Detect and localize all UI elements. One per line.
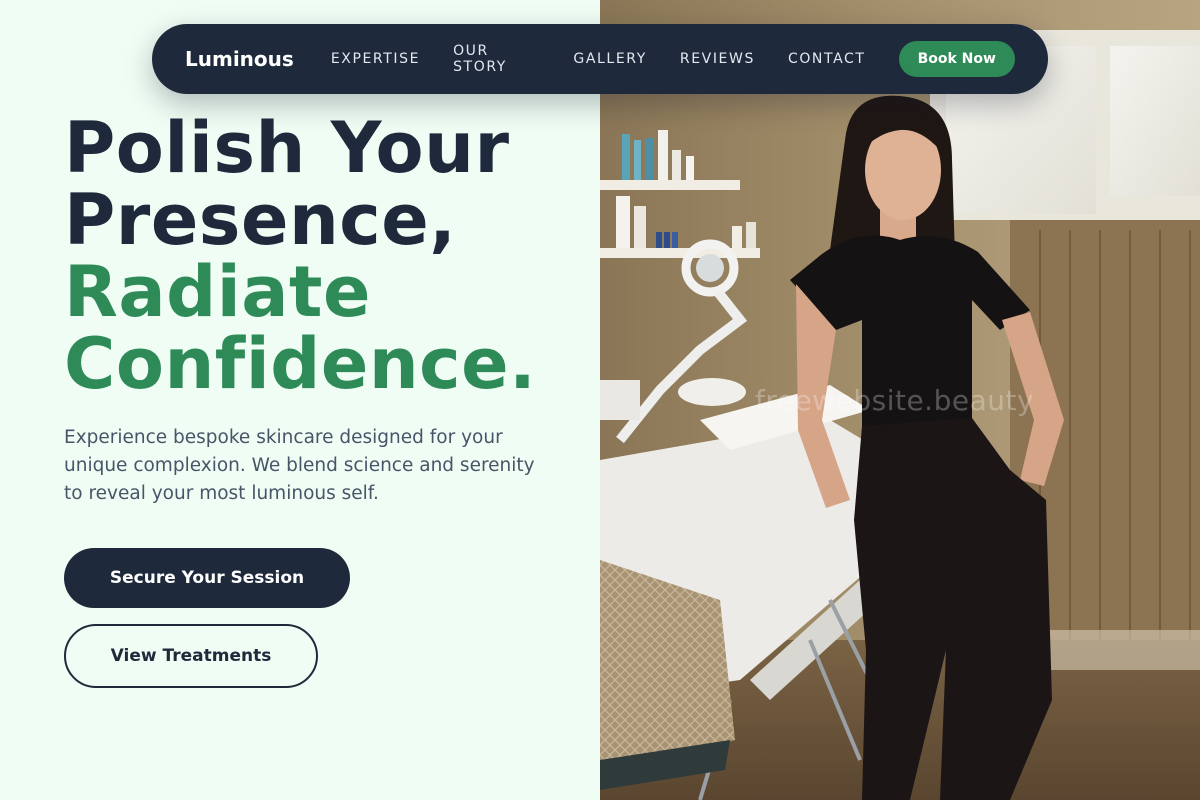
hero-accent-line-1: Radiate <box>64 251 371 333</box>
view-treatments-button[interactable]: View Treatments <box>64 624 318 688</box>
secure-session-button[interactable]: Secure Your Session <box>64 548 350 608</box>
book-now-button[interactable]: Book Now <box>898 41 1015 77</box>
hero-title: Polish Your Presence, Radiate Confidence… <box>64 112 536 400</box>
nav-link-gallery[interactable]: GALLERY <box>573 51 646 67</box>
nav-links: EXPERTISE OUR STORY GALLERY REVIEWS CONT… <box>331 43 899 75</box>
top-navigation: Luminous EXPERTISE OUR STORY GALLERY REV… <box>152 24 1048 94</box>
nav-link-contact[interactable]: CONTACT <box>788 51 866 67</box>
hero-subtitle: Experience bespoke skincare designed for… <box>64 427 535 504</box>
hero-photo: freewebsite.beauty <box>600 0 1200 800</box>
nav-link-our-story[interactable]: OUR STORY <box>453 43 540 75</box>
nav-link-reviews[interactable]: REVIEWS <box>680 51 755 67</box>
hero-title-line-2: Presence, <box>64 179 457 261</box>
hero-title-line-1: Polish Your <box>64 107 510 189</box>
brand-logo[interactable]: Luminous <box>185 47 294 71</box>
nav-link-expertise[interactable]: EXPERTISE <box>331 51 420 67</box>
watermark-text: freewebsite.beauty <box>755 384 1035 417</box>
hero-accent-line-2: Confidence. <box>64 323 537 405</box>
